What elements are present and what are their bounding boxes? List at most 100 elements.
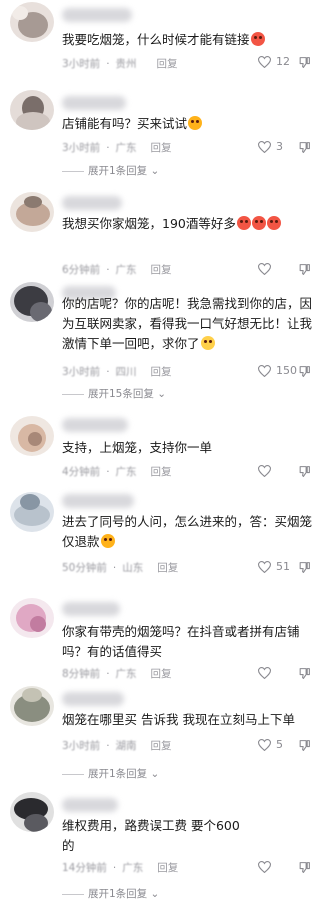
comment-meta: 6分钟前 · 广东 回复: [62, 264, 172, 276]
comment-meta: 3小时前 · 湖南 回复: [62, 740, 172, 752]
divider: [62, 893, 84, 895]
heart-eyes-emoji: [236, 216, 251, 230]
like-heart-icon[interactable]: [258, 263, 271, 275]
divider: [62, 170, 84, 172]
reply-button[interactable]: 回复: [151, 264, 172, 276]
username[interactable]: [62, 96, 126, 110]
like-heart-icon[interactable]: [258, 465, 271, 477]
avatar[interactable]: [10, 792, 54, 832]
avatar[interactable]: [10, 598, 54, 638]
reply-button[interactable]: 回复: [151, 740, 172, 752]
comment-time: 3小时前: [62, 366, 101, 378]
like-count: 150: [276, 364, 297, 377]
like-heart-icon[interactable]: [258, 56, 271, 68]
chevron-down-icon: ⌄: [150, 888, 160, 900]
comment-time: 6分钟前: [62, 264, 101, 276]
reply-button[interactable]: 回复: [157, 862, 178, 874]
comment-meta: 3小时前 · 贵州 回复: [62, 58, 178, 70]
comment-location: 山东: [122, 562, 144, 574]
comment-location: 四川: [115, 366, 137, 378]
avatar[interactable]: [10, 90, 54, 130]
chevron-down-icon: ⌄: [150, 768, 160, 780]
grin-emoji: [100, 534, 115, 548]
chevron-down-icon: ⌄: [150, 165, 160, 177]
grin-emoji: [188, 116, 203, 130]
comment-meta: 3小时前 · 广东 回复: [62, 142, 172, 154]
like-heart-icon[interactable]: [258, 141, 271, 153]
comment-meta: 3小时前 · 四川 回复: [62, 366, 172, 378]
dislike-icon[interactable]: [298, 667, 311, 680]
like-count: 5: [276, 738, 283, 751]
expand-replies-button[interactable]: 展开15条回复 ⌄: [62, 386, 166, 401]
comment-location: 广东: [115, 264, 137, 276]
username[interactable]: [62, 602, 120, 616]
reply-button[interactable]: 回复: [157, 562, 178, 574]
comment-location: 广东: [115, 466, 137, 478]
username[interactable]: [62, 798, 118, 812]
comment-time: 8分钟前: [62, 668, 101, 680]
dislike-icon[interactable]: [298, 365, 311, 378]
reply-button[interactable]: 回复: [151, 366, 172, 378]
comment-time: 3小时前: [62, 142, 101, 154]
comment-text: 店铺能有吗？买来试试: [62, 114, 312, 134]
heart-eyes-emoji: [266, 216, 281, 230]
comment-time: 3小时前: [62, 58, 101, 70]
chevron-down-icon: ⌄: [157, 388, 167, 400]
like-count: 3: [276, 140, 283, 153]
dislike-icon[interactable]: [298, 141, 311, 154]
like-count: 51: [276, 560, 290, 573]
like-heart-icon[interactable]: [258, 667, 271, 679]
username[interactable]: [62, 692, 124, 706]
comment-text: 你的店呢？你的店呢！我急需找到你的店，因为互联网卖家，看得我一口气好想无比！让我…: [62, 296, 313, 351]
avatar[interactable]: [10, 416, 54, 456]
heart-eyes-emoji: [251, 216, 266, 230]
comment-location: 湖南: [115, 740, 137, 752]
expand-replies-button[interactable]: 展开1条回复 ⌄: [62, 886, 159, 900]
comment-time: 50分钟前: [62, 562, 107, 574]
avatar[interactable]: [10, 282, 54, 322]
comment-location: 贵州: [115, 58, 137, 70]
reply-button[interactable]: 回复: [157, 58, 178, 70]
comment-location: 广东: [115, 142, 137, 154]
dislike-icon[interactable]: [298, 561, 311, 574]
comment-location: 广东: [122, 862, 144, 874]
dislike-icon[interactable]: [298, 739, 311, 752]
comment-text: 进去了同号的人问，怎么进来的，答：买烟笼仅退款: [62, 514, 313, 549]
avatar[interactable]: [10, 2, 54, 42]
comment-meta: 50分钟前 · 山东 回复: [62, 562, 179, 574]
comment-text: 维权费用，路费误工费 要个600 的: [62, 816, 312, 856]
comment-meta: 14分钟前 · 广东 回复: [62, 862, 179, 874]
dislike-icon[interactable]: [298, 465, 311, 478]
username[interactable]: [62, 196, 122, 210]
avatar[interactable]: [10, 492, 54, 532]
like-heart-icon[interactable]: [258, 739, 271, 751]
reply-button[interactable]: 回复: [151, 668, 172, 680]
comment-text: 你家有带壳的烟笼吗？在抖音或者拼有店铺吗？有的话值得买: [62, 624, 300, 659]
username[interactable]: [62, 494, 134, 508]
divider: [62, 773, 84, 775]
expand-replies-button[interactable]: 展开1条回复 ⌄: [62, 766, 159, 781]
dislike-icon[interactable]: [298, 861, 311, 874]
comment-text: 烟笼在哪里买 告诉我 我现在立刻马上下单: [62, 712, 295, 727]
comment-text: 我要吃烟笼，什么时候才能有链接: [62, 30, 312, 50]
comment-location: 广东: [115, 668, 137, 680]
cry-emoji: [200, 336, 215, 350]
avatar[interactable]: [10, 192, 54, 232]
like-heart-icon[interactable]: [258, 561, 271, 573]
heart-eyes-emoji: [250, 32, 265, 46]
dislike-icon[interactable]: [298, 56, 311, 69]
comment-meta: 4分钟前 · 广东 回复: [62, 466, 172, 478]
like-heart-icon[interactable]: [258, 861, 271, 873]
like-heart-icon[interactable]: [258, 365, 271, 377]
overflow-fade: [288, 816, 312, 836]
username[interactable]: [62, 8, 132, 22]
avatar[interactable]: [10, 686, 54, 726]
reply-button[interactable]: 回复: [151, 466, 172, 478]
comment-time: 3小时前: [62, 740, 101, 752]
username[interactable]: [62, 418, 128, 432]
expand-replies-button[interactable]: 展开1条回复 ⌄: [62, 163, 159, 178]
reply-button[interactable]: 回复: [151, 142, 172, 154]
dislike-icon[interactable]: [298, 263, 311, 276]
comment-meta: 8分钟前 · 广东 回复: [62, 668, 172, 680]
comment-time: 14分钟前: [62, 862, 107, 874]
